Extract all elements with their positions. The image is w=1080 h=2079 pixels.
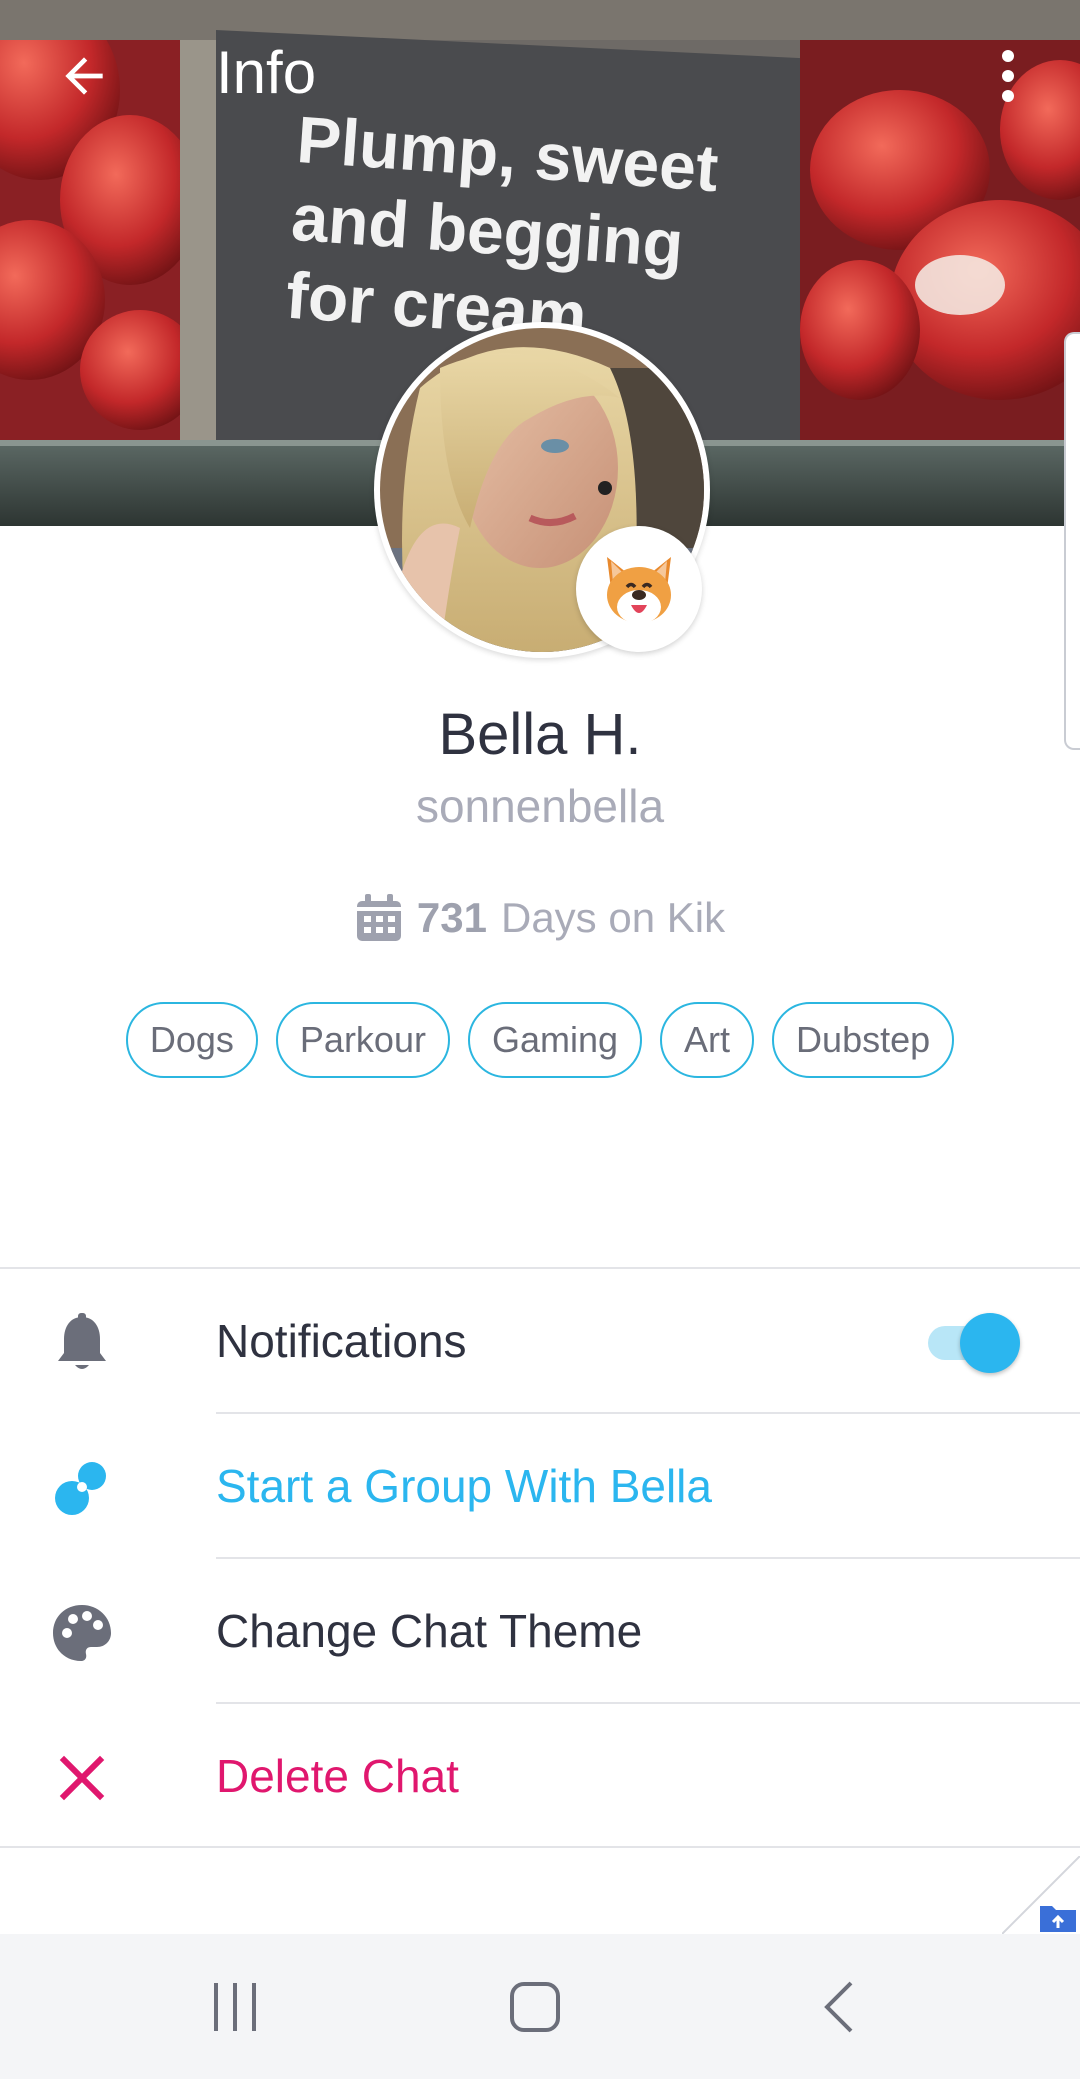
interest-tag: Dubstep	[772, 1002, 955, 1078]
scrollbar[interactable]	[1064, 332, 1080, 750]
interest-tag: Art	[660, 1002, 755, 1078]
nav-back-icon	[824, 1981, 853, 2033]
palette-icon	[46, 1597, 118, 1669]
start-group-row[interactable]: Start a Group With Bella	[0, 1414, 1080, 1558]
app-bar: Info	[0, 0, 1080, 150]
days-label: Days on Kik	[500, 894, 726, 941]
interest-tag: Parkour	[275, 1002, 450, 1078]
notifications-row[interactable]: Notifications	[0, 1269, 1080, 1413]
change-theme-row[interactable]: Change Chat Theme	[0, 1559, 1080, 1703]
calendar-icon	[356, 894, 401, 941]
arrow-left-icon	[65, 57, 103, 95]
toggle-knob	[960, 1313, 1020, 1373]
notifications-toggle[interactable]	[924, 1309, 1024, 1373]
nav-back-button[interactable]	[784, 1964, 894, 2050]
kik-profile-info-screen: Plump, sweet and begging for cream Info	[0, 0, 1080, 2079]
folder-upload-badge[interactable]	[1001, 1855, 1080, 1935]
profile-username: sonnenbella	[415, 780, 665, 832]
group-icon	[46, 1452, 118, 1524]
bell-icon	[46, 1307, 118, 1379]
interest-tags: Dogs Parkour Gaming Art Dubstep	[0, 1002, 1080, 1078]
home-button[interactable]	[480, 1964, 590, 2050]
back-button[interactable]	[40, 32, 128, 120]
page-title: Info	[216, 39, 317, 106]
recents-icon	[214, 1983, 256, 2031]
divider	[0, 1846, 1080, 1848]
interest-tag: Gaming	[467, 1002, 643, 1078]
home-icon	[510, 1982, 560, 2032]
recents-button[interactable]	[180, 1964, 290, 2050]
days-on-kik: 731 Days on Kik	[0, 888, 1080, 948]
dog-face-icon	[607, 557, 671, 624]
folder-upload-icon	[1040, 1906, 1076, 1932]
delete-chat-label: Delete Chat	[216, 1750, 459, 1802]
more-vertical-icon	[1002, 50, 1014, 102]
profile-display-name: Bella H.	[438, 702, 642, 767]
notifications-label: Notifications	[216, 1315, 467, 1367]
close-icon	[46, 1742, 118, 1814]
system-navigation-bar	[0, 1934, 1080, 2079]
delete-chat-row[interactable]: Delete Chat	[0, 1704, 1080, 1848]
change-theme-label: Change Chat Theme	[216, 1605, 643, 1657]
profile-emoji-badge[interactable]	[576, 526, 702, 652]
days-count: 731	[416, 894, 487, 941]
interest-tag: Dogs	[125, 1002, 258, 1078]
start-group-label: Start a Group With Bella	[216, 1460, 712, 1512]
more-options-button[interactable]	[968, 32, 1048, 120]
